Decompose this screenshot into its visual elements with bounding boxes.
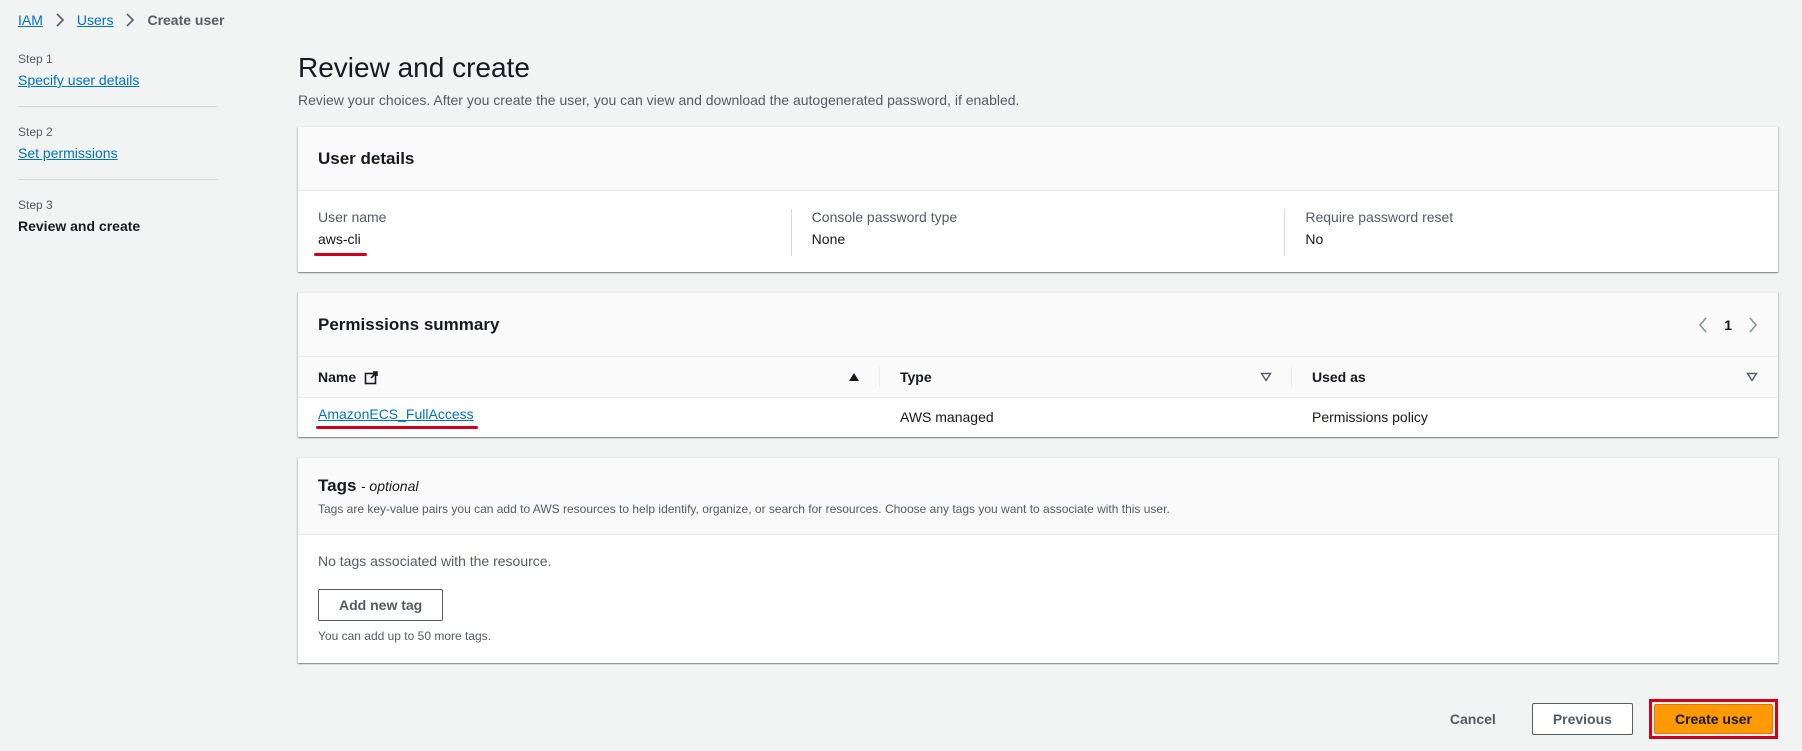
chevron-right-icon[interactable] [1748, 316, 1758, 333]
chevron-left-icon[interactable] [1698, 316, 1708, 333]
tags-body: No tags associated with the resource. Ad… [298, 535, 1778, 663]
detail-console-password-type: Console password type None [790, 209, 1285, 256]
detail-require-password-reset: Require password reset No [1284, 209, 1778, 256]
user-details-grid: User name aws-cli Console password type … [298, 191, 1778, 272]
page-number[interactable]: 1 [1724, 317, 1732, 333]
table-header-row: Name Type Used as [298, 357, 1778, 398]
permissions-table: Name Type Used as AmazonECS_FullAccess A… [298, 357, 1778, 437]
cell-policy-type: AWS managed [900, 409, 994, 426]
permissions-summary-panel: Permissions summary 1 Name Type Used as … [298, 292, 1778, 437]
page-description: Review your choices. After you create th… [298, 92, 1020, 108]
detail-label: Require password reset [1305, 209, 1454, 225]
user-details-panel: User details User name aws-cli Console p… [298, 126, 1778, 272]
step-2: Step 2 Set permissions [18, 125, 218, 180]
tags-panel: Tags - optional Tags are key-value pairs… [298, 457, 1778, 663]
cancel-button[interactable]: Cancel [1430, 703, 1516, 735]
step-label: Step 2 [18, 125, 53, 139]
table-row: AmazonECS_FullAccess AWS managed Permiss… [298, 397, 1778, 437]
cell-policy-name: AmazonECS_FullAccess [298, 397, 880, 437]
external-link-icon [364, 371, 378, 385]
detail-label: User name [318, 209, 387, 225]
pagination: 1 [1698, 317, 1758, 333]
column-label-used-as: Used as [1312, 368, 1366, 385]
step-1: Step 1 Specify user details [18, 52, 218, 107]
chevron-right-icon [125, 13, 135, 27]
breadcrumb-current: Create user [147, 12, 225, 28]
sort-icon[interactable] [1260, 372, 1272, 382]
previous-button[interactable]: Previous [1531, 703, 1633, 735]
breadcrumb-iam[interactable]: IAM [18, 12, 43, 28]
tags-header: Tags - optional Tags are key-value pairs… [298, 458, 1778, 535]
panel-header: Permissions summary 1 [298, 293, 1778, 357]
breadcrumb: IAM Users Create user [18, 12, 225, 28]
step-link-set-permissions[interactable]: Set permissions [18, 145, 118, 161]
page-title: Review and create [298, 52, 530, 83]
breadcrumb-users[interactable]: Users [77, 12, 114, 28]
step-label: Step 3 [18, 198, 53, 212]
column-header-type[interactable]: Type [880, 357, 1292, 398]
highlight-underline [314, 253, 367, 256]
detail-value-user-name: aws-cli [314, 231, 367, 256]
step-link-specify-user-details[interactable]: Specify user details [18, 72, 139, 88]
tags-optional-label: - optional [360, 478, 419, 494]
column-header-name[interactable]: Name [298, 357, 880, 398]
sort-ascending-icon[interactable] [848, 372, 860, 382]
cell-used-as: Permissions policy [1312, 409, 1428, 426]
step-current-review-and-create: Review and create [18, 218, 141, 234]
sort-icon[interactable] [1746, 372, 1758, 382]
chevron-right-icon [55, 13, 65, 27]
add-new-tag-button[interactable]: Add new tag [318, 589, 444, 621]
permissions-summary-heading: Permissions summary [318, 314, 500, 334]
column-label-name: Name [318, 368, 357, 385]
detail-value: No [1305, 231, 1324, 247]
column-header-used-as[interactable]: Used as [1292, 357, 1778, 398]
create-user-button[interactable]: Create user [1653, 704, 1773, 734]
column-label-type: Type [900, 368, 932, 385]
policy-link-amazonecs-fullaccess[interactable]: AmazonECS_FullAccess [318, 406, 474, 422]
wizard-steps: Step 1 Specify user details Step 2 Set p… [18, 52, 218, 268]
detail-user-name: User name aws-cli [298, 209, 791, 256]
tags-limit-hint: You can add up to 50 more tags. [318, 629, 492, 643]
no-tags-message: No tags associated with the resource. [318, 553, 552, 569]
detail-value: None [811, 231, 846, 247]
step-label: Step 1 [18, 52, 53, 66]
create-user-highlight-box: Create user [1648, 699, 1778, 739]
step-3: Step 3 Review and create [18, 198, 218, 250]
detail-label: Console password type [811, 209, 958, 225]
user-name-value: aws-cli [318, 231, 361, 247]
highlight-underline [316, 425, 478, 429]
wizard-actions: Cancel Previous Create user [1430, 699, 1778, 739]
tags-heading: Tags [318, 476, 357, 495]
user-details-heading: User details [318, 148, 415, 168]
panel-header: User details [298, 127, 1778, 191]
main-content: Review and create Review your choices. A… [298, 52, 1778, 683]
tags-description: Tags are key-value pairs you can add to … [318, 502, 1170, 516]
